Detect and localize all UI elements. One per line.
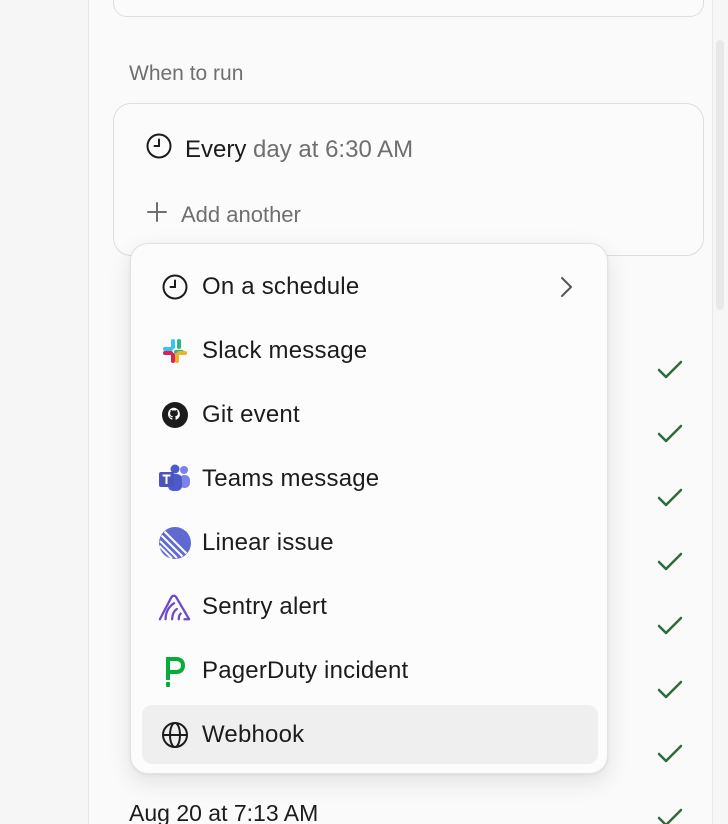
automation-editor: When to run Every day at 6:30 AM Add ano…	[0, 0, 728, 824]
check-icon	[657, 488, 683, 507]
menu-item-label: Git event	[202, 400, 300, 428]
menu-item-label: PagerDuty incident	[202, 656, 409, 684]
menu-item-pagerduty-incident[interactable]: PagerDuty incident	[142, 641, 598, 700]
schedule-every: Every	[185, 135, 247, 163]
schedule-time[interactable]: day at 6:30 AM	[253, 136, 413, 163]
check-icon	[657, 552, 683, 571]
check-icon	[657, 808, 683, 824]
menu-item-label: On a schedule	[202, 272, 360, 300]
slack-icon	[158, 334, 192, 368]
trigger-type-menu: On a schedule Slack message Git event Te…	[130, 243, 608, 774]
menu-item-on-a-schedule[interactable]: On a schedule	[142, 257, 598, 316]
scrollbar-thumb[interactable]	[716, 40, 724, 310]
globe-icon	[158, 718, 192, 752]
check-icon	[657, 424, 683, 443]
github-icon	[158, 398, 192, 432]
menu-item-label: Teams message	[202, 464, 380, 492]
teams-icon	[158, 462, 192, 496]
menu-item-git-event[interactable]: Git event	[142, 385, 598, 444]
check-icon	[657, 360, 683, 379]
check-icon	[657, 616, 683, 635]
menu-item-linear-issue[interactable]: Linear issue	[142, 513, 598, 572]
clock-icon	[145, 132, 173, 167]
add-another-label: Add another	[181, 202, 301, 227]
check-icon	[657, 680, 683, 699]
previous-section-card	[113, 0, 704, 17]
schedule-card: Every day at 6:30 AM Add another	[113, 103, 704, 256]
run-history-item[interactable]: Aug 20 at 7:13 AM	[129, 800, 318, 824]
menu-item-label: Webhook	[202, 720, 305, 748]
menu-item-label: Slack message	[202, 336, 368, 364]
menu-item-label: Sentry alert	[202, 592, 328, 620]
menu-item-label: Linear issue	[202, 528, 334, 556]
linear-icon	[158, 526, 192, 560]
menu-item-slack-message[interactable]: Slack message	[142, 321, 598, 380]
add-another-button[interactable]: Add another	[145, 200, 301, 230]
schedule-trigger-row[interactable]: Every day at 6:30 AM	[145, 132, 413, 167]
chevron-right-icon	[561, 277, 572, 297]
menu-item-sentry-alert[interactable]: Sentry alert	[142, 577, 598, 636]
menu-item-teams-message[interactable]: Teams message	[142, 449, 598, 508]
pagerduty-icon	[158, 654, 192, 688]
clock-icon	[158, 270, 192, 304]
sentry-icon	[158, 590, 192, 624]
plus-icon	[145, 200, 169, 230]
when-to-run-heading: When to run	[129, 62, 244, 85]
left-sidebar	[0, 0, 89, 824]
check-icon	[657, 744, 683, 763]
menu-item-webhook[interactable]: Webhook	[142, 705, 598, 764]
